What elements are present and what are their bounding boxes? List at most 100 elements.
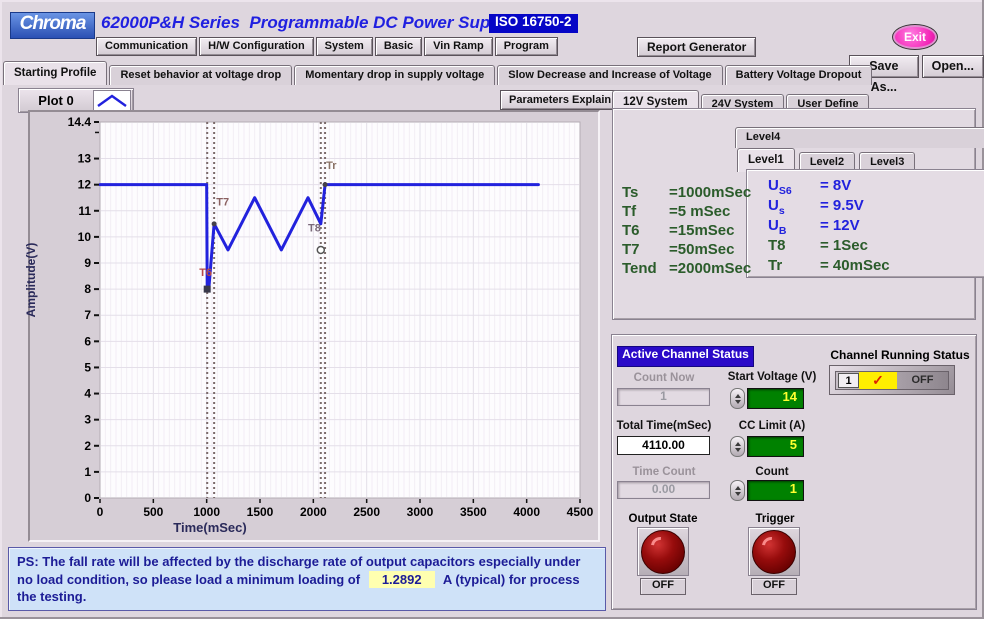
count-label: Count — [722, 466, 822, 478]
trigger-label: Trigger — [740, 513, 810, 525]
svg-text:T6: T6 — [199, 267, 212, 279]
svg-text:1: 1 — [84, 465, 91, 479]
level1-values: US6= 8V Us= 9.5V UB= 12V T8= 1Sec Tr= 40… — [768, 177, 890, 277]
note-loading-value: 1.2892 — [369, 571, 435, 589]
channel-running-status-label: Channel Running Status — [824, 348, 976, 362]
trigger-button[interactable] — [748, 527, 800, 576]
channel-check-icon: ✓ — [859, 372, 897, 389]
open-button[interactable]: Open... — [922, 55, 984, 78]
menu-button-vin-ramp[interactable]: Vin Ramp — [424, 37, 493, 56]
start-voltage-input[interactable]: 14 — [747, 388, 804, 409]
time-count-display: 0.00 — [617, 481, 710, 499]
value-row-ub: UB= 12V — [768, 217, 890, 237]
legend-line-icon — [93, 90, 131, 111]
timing-row: Tf=5 mSec — [622, 202, 751, 221]
time-count-label: Time Count — [614, 466, 714, 478]
svg-text:10: 10 — [78, 230, 92, 244]
tab-momentary-drop[interactable]: Momentary drop in supply voltage — [294, 65, 495, 85]
menu-button-communication[interactable]: Communication — [96, 37, 197, 56]
svg-text:8: 8 — [84, 282, 91, 296]
ps-note: PS: The fall rate will be affected by th… — [8, 547, 606, 611]
svg-text:500: 500 — [143, 505, 163, 519]
count-spinner[interactable] — [730, 480, 745, 501]
svg-text:T8: T8 — [308, 223, 321, 235]
main-tab-bar: Starting Profile Reset behavior at volta… — [3, 61, 872, 85]
chroma-logo: Chroma — [10, 12, 95, 39]
svg-text:3000: 3000 — [407, 505, 434, 519]
menu-button-hw-configuration[interactable]: H/W Configuration — [199, 37, 314, 56]
tab-battery-voltage-dropout[interactable]: Battery Voltage Dropout — [725, 65, 873, 85]
svg-text:4: 4 — [84, 387, 91, 401]
svg-text:0: 0 — [97, 505, 104, 519]
svg-text:13: 13 — [78, 152, 92, 166]
svg-text:Tr: Tr — [326, 160, 337, 172]
count-now-label: Count Now — [614, 372, 714, 384]
total-time-label: Total Time(mSec) — [614, 420, 714, 432]
svg-text:2000: 2000 — [300, 505, 327, 519]
svg-text:2: 2 — [84, 439, 91, 453]
svg-text:2500: 2500 — [353, 505, 380, 519]
start-voltage-spinner[interactable] — [730, 388, 745, 409]
timing-row: Tend=2000mSec — [622, 259, 751, 278]
svg-text:11: 11 — [78, 204, 91, 218]
svg-text:6: 6 — [84, 334, 91, 348]
svg-text:7: 7 — [84, 308, 91, 322]
total-time-input[interactable]: 4110.00 — [617, 436, 710, 455]
menu-bar: Communication H/W Configuration System B… — [96, 37, 558, 56]
plot-legend-label: Plot 0 — [19, 93, 93, 108]
svg-text:3500: 3500 — [460, 505, 487, 519]
svg-text:1000: 1000 — [193, 505, 220, 519]
timing-row: Ts=1000mSec — [622, 183, 751, 202]
tab-starting-profile[interactable]: Starting Profile — [3, 61, 107, 85]
svg-text:3: 3 — [84, 413, 91, 427]
iso-standard-badge: ISO 16750-2 — [489, 14, 578, 33]
timing-row: T7=50mSec — [622, 240, 751, 259]
svg-text:9: 9 — [84, 256, 91, 270]
timing-parameters: Ts=1000mSec Tf=5 mSec T6=15mSec T7=50mSe… — [622, 183, 751, 278]
svg-text:1500: 1500 — [247, 505, 274, 519]
waveform-chart[interactable]: T6T7T8Tr01234567891011121314.40500100015… — [28, 110, 600, 542]
output-state-knob-icon — [641, 530, 685, 574]
cc-limit-label: CC Limit (A) — [722, 420, 822, 432]
output-state-label: Output State — [628, 513, 698, 525]
y-axis-label: Amplitude(V) — [24, 180, 38, 380]
menu-button-system[interactable]: System — [316, 37, 373, 56]
channel-running-status-inner: 1 ✓ OFF — [835, 371, 949, 390]
output-state-button[interactable] — [637, 527, 689, 576]
waveform-plot-frame: T6T7T8Tr01234567891011121314.40500100015… — [28, 110, 600, 542]
svg-text:4500: 4500 — [567, 505, 594, 519]
parameters-explain-button[interactable]: Parameters Explain — [500, 90, 620, 110]
tab-level4[interactable]: Level4 — [735, 127, 984, 148]
timing-row: T6=15mSec — [622, 221, 751, 240]
count-input[interactable]: 1 — [747, 480, 804, 501]
start-voltage-label: Start Voltage (V) — [722, 371, 822, 383]
cc-limit-spinner[interactable] — [730, 436, 745, 457]
cc-limit-input[interactable]: 5 — [747, 436, 804, 457]
value-row-t8: T8= 1Sec — [768, 237, 890, 257]
report-generator-button[interactable]: Report Generator — [637, 37, 756, 57]
app-title: 62000P&H Series Programmable DC Power Su… — [101, 13, 515, 33]
trigger-knob-icon — [752, 530, 796, 574]
menu-button-basic[interactable]: Basic — [375, 37, 422, 56]
svg-text:14.4: 14.4 — [68, 115, 92, 129]
svg-text:12: 12 — [78, 178, 92, 192]
count-now-display: 1 — [617, 388, 710, 406]
value-row-us: Us= 9.5V — [768, 197, 890, 217]
tab-reset-behavior[interactable]: Reset behavior at voltage drop — [109, 65, 292, 85]
channel-number: 1 — [838, 373, 859, 388]
channel-running-status-control[interactable]: 1 ✓ OFF — [829, 365, 955, 395]
output-state-value: OFF — [640, 578, 686, 595]
svg-text:4000: 4000 — [513, 505, 540, 519]
svg-text:Time(mSec): Time(mSec) — [173, 520, 246, 535]
value-row-tr: Tr= 40mSec — [768, 257, 890, 277]
svg-text:0: 0 — [84, 491, 91, 505]
application-window: Chroma 62000P&H Series Programmable DC P… — [0, 0, 984, 619]
active-channel-status-badge: Active Channel Status — [617, 346, 754, 367]
value-row-us6: US6= 8V — [768, 177, 890, 197]
svg-text:5: 5 — [84, 360, 91, 374]
trigger-value: OFF — [751, 578, 797, 595]
tab-slow-decrease-increase[interactable]: Slow Decrease and Increase of Voltage — [497, 65, 722, 85]
menu-button-program[interactable]: Program — [495, 37, 558, 56]
exit-button[interactable]: Exit — [893, 25, 937, 49]
channel-state-text: OFF — [897, 374, 948, 386]
